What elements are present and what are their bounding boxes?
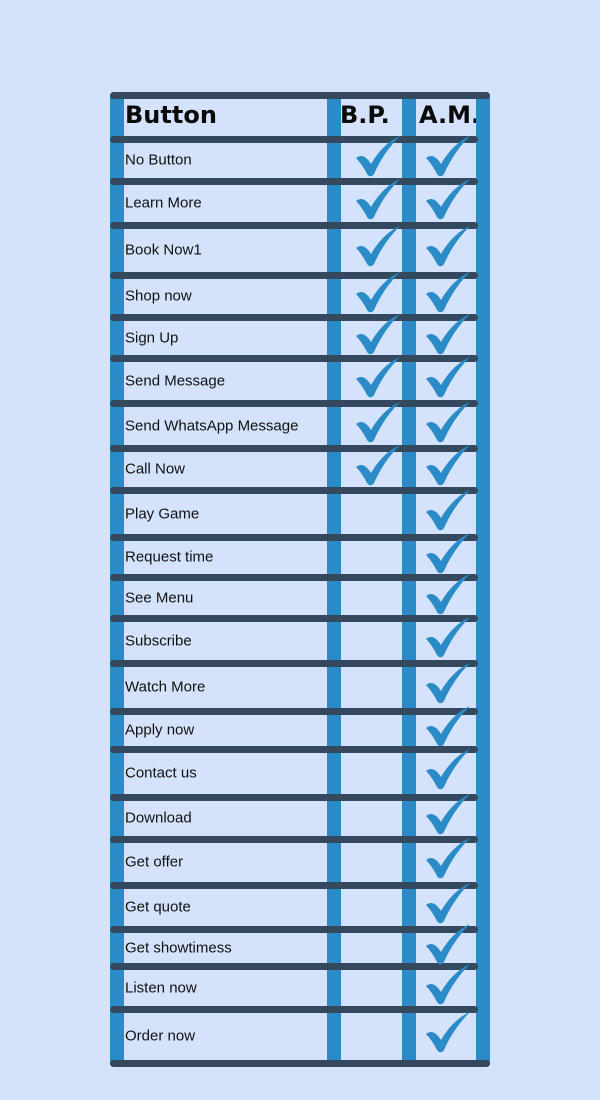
bp-checkmark-icon xyxy=(352,177,402,221)
am-checkmark-icon xyxy=(422,881,472,925)
row-label: Get showtimess xyxy=(125,939,232,956)
am-checkmark-icon xyxy=(422,747,472,791)
bp-checkmark-icon xyxy=(352,355,402,399)
am-checkmark-icon xyxy=(422,661,472,705)
row-label: Get quote xyxy=(125,898,191,916)
row-label: Send Message xyxy=(125,372,226,389)
row-label: No Button xyxy=(125,151,192,169)
bp-checkmark-icon xyxy=(352,224,402,268)
bp-checkmark-icon xyxy=(352,312,402,356)
am-checkmark-icon xyxy=(422,922,472,966)
row-label: Get offer xyxy=(125,853,184,871)
row-label: Download xyxy=(125,809,192,827)
row-label: Shop now xyxy=(125,287,192,305)
row-label: Contact us xyxy=(125,764,197,782)
row-label: Apply now xyxy=(125,721,195,739)
am-checkmark-icon xyxy=(422,572,472,616)
row-label: Watch More xyxy=(125,678,206,696)
bp-checkmark-icon xyxy=(352,270,402,314)
row-label: Learn More xyxy=(125,194,202,212)
row-label: Request time xyxy=(125,548,214,566)
am-checkmark-icon xyxy=(422,1010,472,1054)
bp-checkmark-icon xyxy=(352,134,402,178)
am-checkmark-icon xyxy=(422,443,472,487)
am-checkmark-icon xyxy=(422,312,472,356)
am-checkmark-icon xyxy=(422,836,472,880)
header-button: Button xyxy=(125,101,217,129)
comparison-table: Button B.P. A.M. No Button Learn More Book… xyxy=(0,0,600,1100)
row-label: Listen now xyxy=(125,979,197,996)
am-checkmark-icon xyxy=(422,488,472,532)
row-label: See Menu xyxy=(125,589,194,606)
row-label: Sign Up xyxy=(125,329,179,346)
bp-checkmark-icon xyxy=(352,400,402,444)
row-label: Send WhatsApp Message xyxy=(125,417,299,434)
row-label: Order now xyxy=(125,1027,196,1045)
am-checkmark-icon xyxy=(422,531,472,575)
am-checkmark-icon xyxy=(422,704,472,748)
row-label: Call Now xyxy=(125,460,186,478)
am-checkmark-icon xyxy=(422,270,472,314)
am-checkmark-icon xyxy=(422,134,472,178)
table-top-border xyxy=(110,92,490,99)
header-am: A.M. xyxy=(419,101,481,129)
row-label: Play Game xyxy=(125,505,200,522)
am-checkmark-icon xyxy=(422,400,472,444)
table-bottom-border xyxy=(110,1060,490,1067)
column-divider xyxy=(476,95,490,1065)
row-label: Subscribe xyxy=(125,632,192,649)
am-checkmark-icon xyxy=(422,792,472,836)
am-checkmark-icon xyxy=(422,962,472,1006)
bp-checkmark-icon xyxy=(352,443,402,487)
am-checkmark-icon xyxy=(422,224,472,268)
am-checkmark-icon xyxy=(422,355,472,399)
header-bp: B.P. xyxy=(340,101,390,129)
am-checkmark-icon xyxy=(422,177,472,221)
row-label: Book Now1 xyxy=(125,241,202,259)
am-checkmark-icon xyxy=(422,615,472,659)
